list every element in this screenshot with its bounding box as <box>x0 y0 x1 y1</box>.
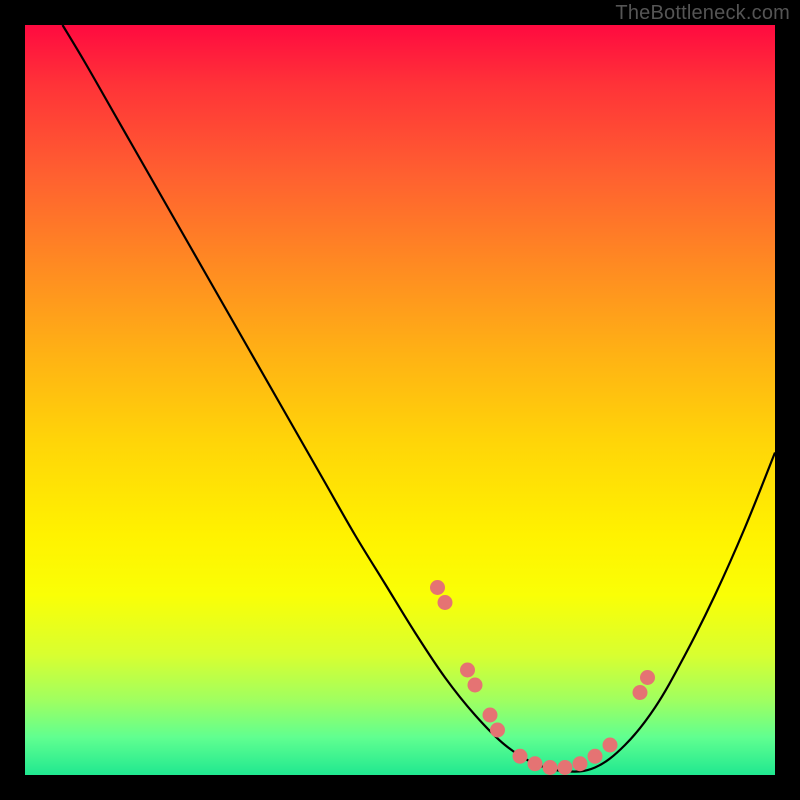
data-point <box>543 760 558 775</box>
data-point <box>558 760 573 775</box>
data-point <box>633 685 648 700</box>
curve-layer <box>25 25 775 775</box>
data-point <box>430 580 445 595</box>
data-point <box>490 723 505 738</box>
data-point <box>438 595 453 610</box>
data-point <box>640 670 655 685</box>
watermark-text: TheBottleneck.com <box>615 2 790 25</box>
data-point <box>483 708 498 723</box>
data-point <box>513 749 528 764</box>
chart-frame: TheBottleneck.com <box>0 0 800 800</box>
data-point <box>468 678 483 693</box>
plot-area <box>25 25 775 775</box>
data-points <box>430 580 655 775</box>
data-point <box>528 756 543 771</box>
data-point <box>460 663 475 678</box>
bottleneck-curve <box>63 25 776 772</box>
data-point <box>588 749 603 764</box>
data-point <box>603 738 618 753</box>
data-point <box>573 756 588 771</box>
